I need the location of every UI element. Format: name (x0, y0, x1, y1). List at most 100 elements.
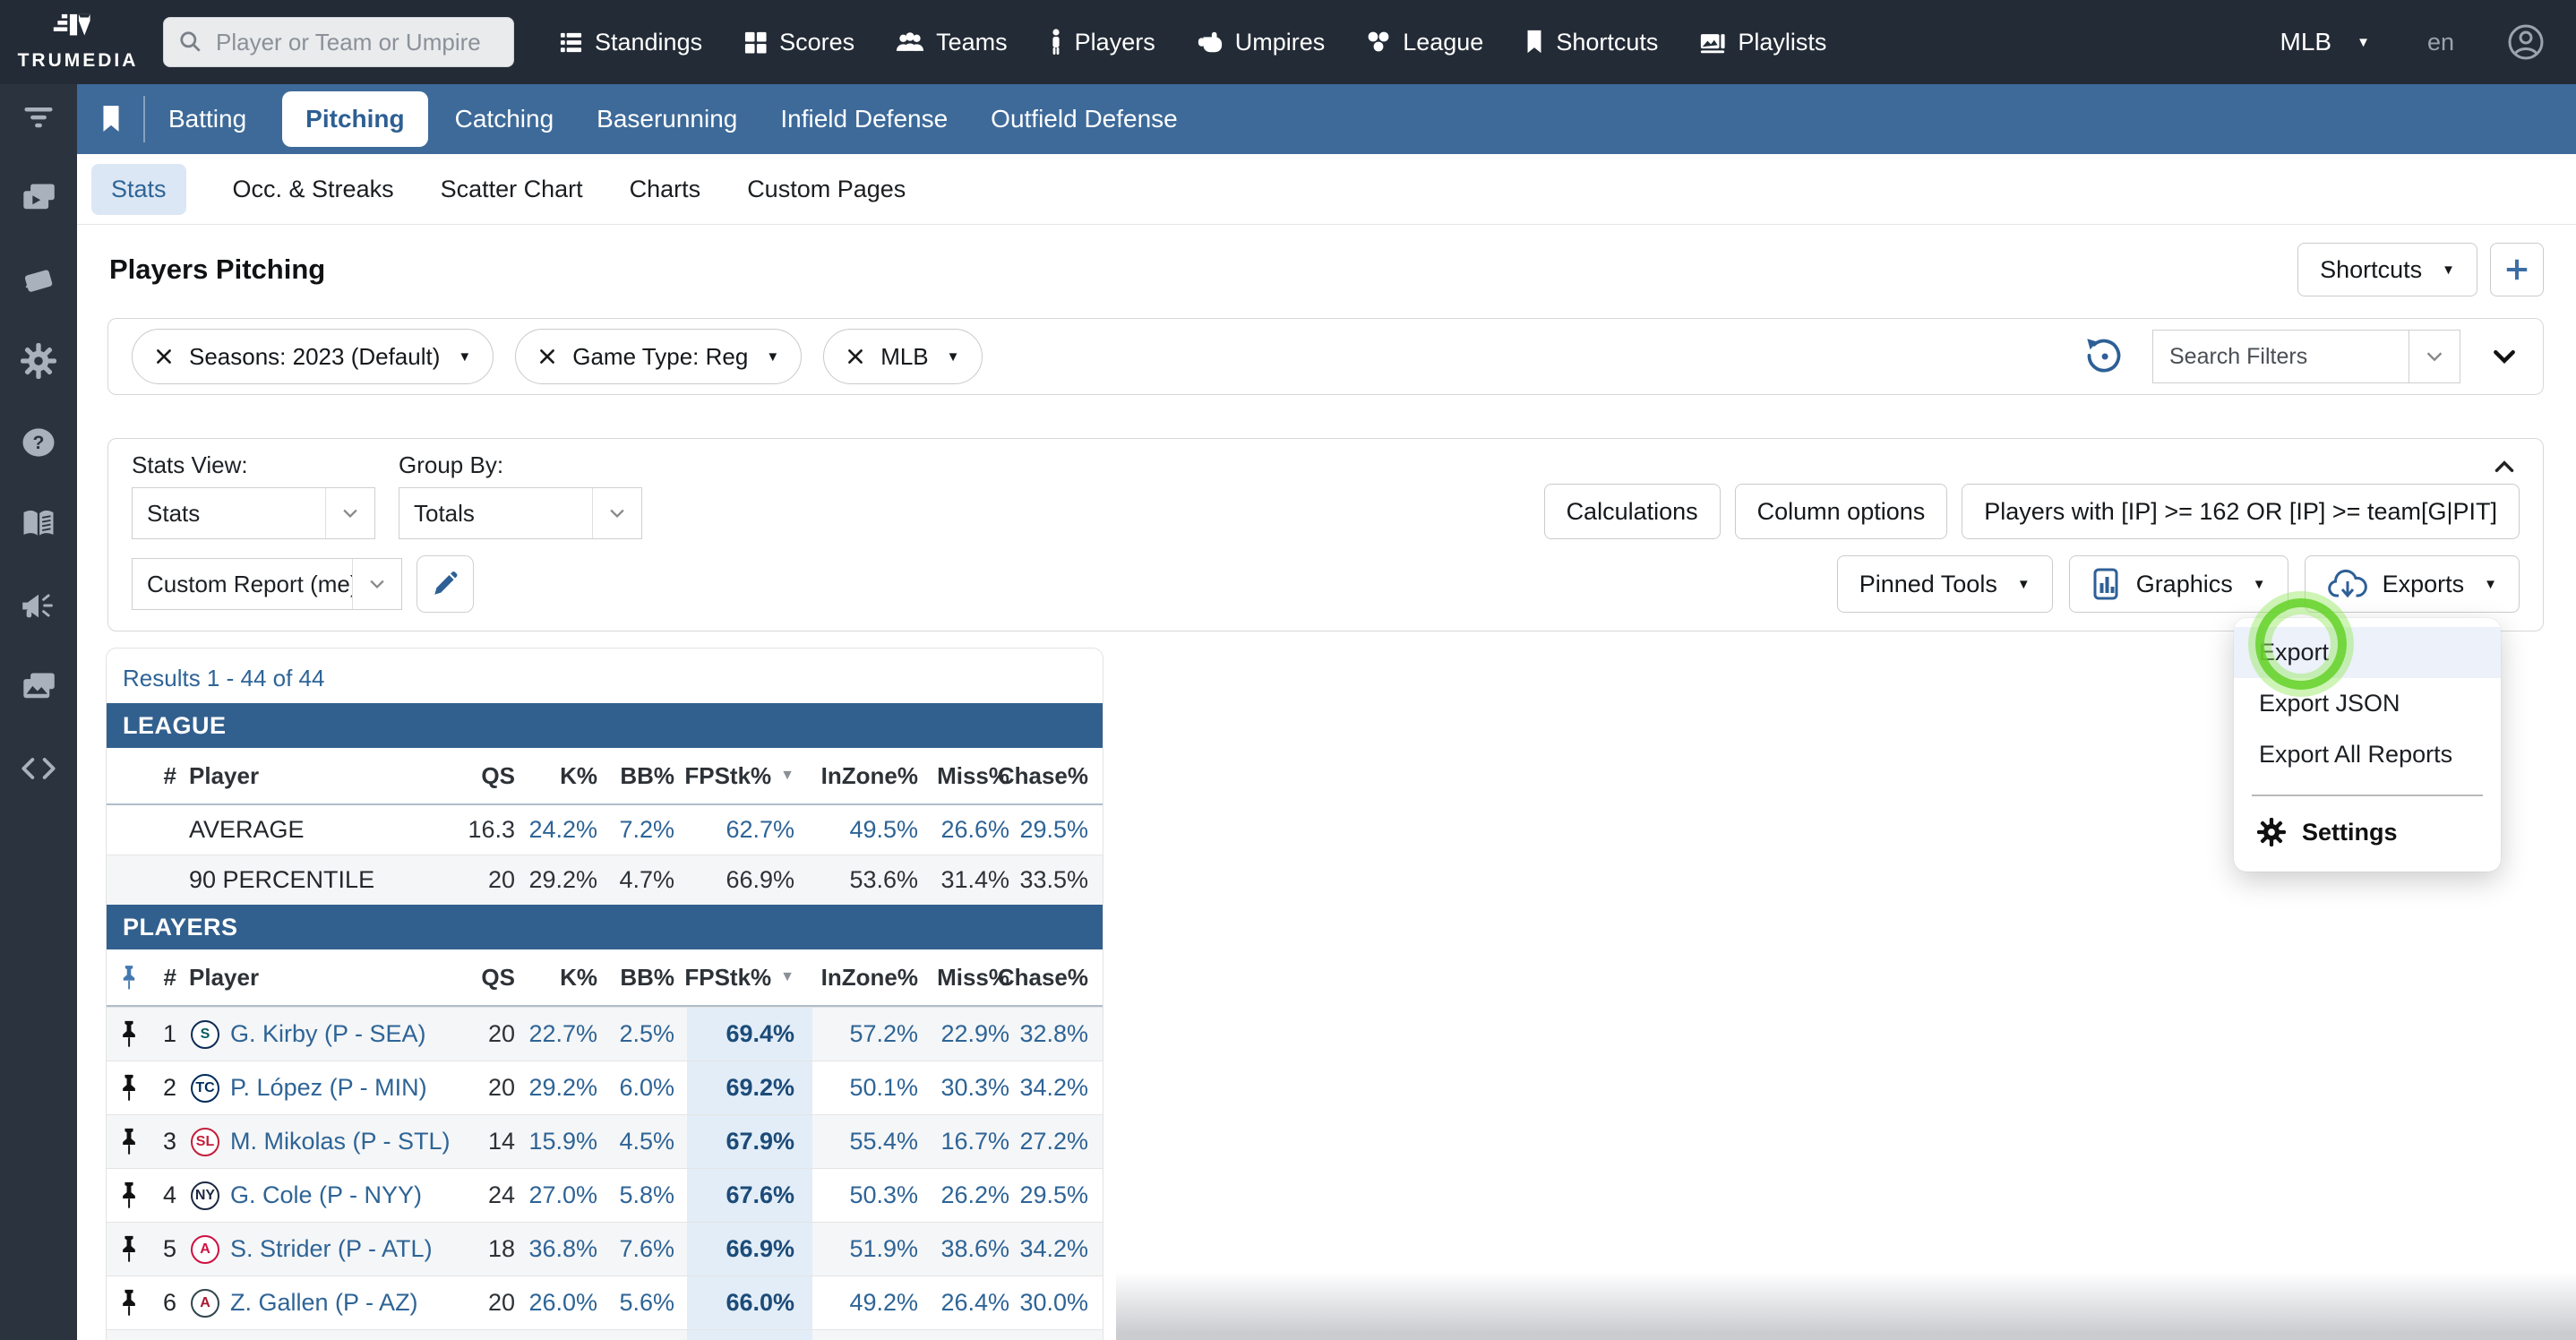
column-header-k[interactable]: K% (528, 748, 610, 803)
stat-value[interactable]: 29.2% (528, 1061, 610, 1114)
stat-value[interactable]: 51.9% (812, 1223, 931, 1276)
stat-value[interactable]: 36.8% (528, 1223, 610, 1276)
row-pin-icon[interactable] (107, 1276, 151, 1329)
top-nav-standings[interactable]: Standings (559, 29, 702, 56)
stat-value[interactable]: 5.8% (610, 1169, 687, 1222)
results-count-link[interactable]: Results 1 - 44 of 44 (107, 649, 1103, 703)
stat-value[interactable]: 27.2% (1019, 1115, 1101, 1168)
top-nav-league[interactable]: League (1366, 29, 1483, 56)
top-nav-teams[interactable]: Teams (896, 29, 1008, 56)
stat-value[interactable]: 24.0% (931, 1330, 1022, 1340)
column-header-qs[interactable]: QS (454, 949, 528, 1005)
sidebar-image-library-icon[interactable] (19, 667, 58, 707)
stat-value[interactable]: 29.5% (1019, 1169, 1101, 1222)
column-header-inzone[interactable]: InZone% (812, 949, 931, 1005)
sport-nav-pitching[interactable]: Pitching (282, 91, 428, 147)
pinned-tools-dropdown[interactable]: Pinned Tools ▼ (1836, 555, 2053, 613)
player-filter-query-button[interactable]: Players with [IP] >= 162 OR [IP] >= team… (1962, 484, 2520, 539)
stat-value[interactable]: 50.3% (812, 1169, 931, 1222)
top-nav-playlists[interactable]: Playlists (1699, 29, 1826, 56)
filter-history-icon[interactable] (2084, 337, 2124, 376)
stat-value[interactable]: 7.6% (610, 1223, 687, 1276)
player-link[interactable]: G. Cole (P - NYY) (230, 1181, 422, 1209)
view-nav-custom-pages[interactable]: Custom Pages (747, 176, 906, 203)
player-link[interactable]: P. López (P - MIN) (230, 1074, 427, 1102)
trumedia-logo[interactable]: TRUMEDIA (16, 13, 140, 72)
column-header-[interactable]: # (151, 748, 189, 803)
player-link[interactable]: M. Mikolas (P - STL) (230, 1128, 451, 1155)
column-header-bb[interactable]: BB% (610, 949, 687, 1005)
column-header-chase[interactable]: Chase% (998, 748, 1101, 803)
language-label[interactable]: en (2427, 29, 2454, 56)
column-header-player[interactable]: Player (189, 949, 454, 1005)
custom-report-select[interactable]: Custom Report (me) (132, 558, 402, 610)
stat-value[interactable]: 49.2% (812, 1276, 931, 1329)
stat-value[interactable]: 29.5% (1019, 805, 1101, 855)
add-shortcut-button[interactable] (2490, 243, 2544, 296)
stat-value[interactable]: 38.6% (931, 1223, 1022, 1276)
column-header-bb[interactable]: BB% (610, 748, 687, 803)
column-header-inzone[interactable]: InZone% (812, 748, 931, 803)
shortcuts-dropdown[interactable]: Shortcuts ▼ (2297, 243, 2477, 296)
view-nav-scatter-chart[interactable]: Scatter Chart (441, 176, 583, 203)
collapse-controls-icon[interactable] (2491, 453, 2518, 480)
row-pin-icon[interactable] (107, 1061, 151, 1114)
stat-value[interactable]: 5.6% (610, 1276, 687, 1329)
stat-value[interactable]: 26.0% (528, 1276, 610, 1329)
stat-value[interactable]: 32.8% (1019, 1008, 1101, 1061)
stat-value[interactable]: 53.6% (812, 1330, 931, 1340)
sidebar-gear-icon[interactable] (19, 341, 58, 381)
top-nav-umpires[interactable]: Umpires (1197, 29, 1325, 56)
column-header-chase[interactable]: Chase% (998, 949, 1101, 1005)
column-header-fpstk[interactable]: FPStk% ▼ (684, 949, 812, 1005)
stat-value[interactable]: 67.9% (687, 1115, 812, 1168)
row-pin-icon[interactable] (107, 1008, 151, 1061)
sidebar-filter-icon[interactable] (19, 97, 58, 136)
remove-filter-icon[interactable] (154, 347, 174, 366)
global-search-input[interactable] (214, 27, 518, 57)
sport-nav-baserunning[interactable]: Baserunning (597, 105, 737, 133)
column-header-k[interactable]: K% (528, 949, 610, 1005)
player-link[interactable]: G. Kirby (P - SEA) (230, 1020, 426, 1048)
sidebar-help-icon[interactable]: ? (19, 423, 58, 462)
stat-value[interactable]: 30.3% (931, 1061, 1022, 1114)
stat-value[interactable]: 5.0% (610, 1330, 687, 1340)
export-menu-item-export-json[interactable]: Export JSON (2234, 678, 2501, 729)
column-header-qs[interactable]: QS (454, 748, 528, 803)
sport-nav-infield-defense[interactable]: Infield Defense (780, 105, 948, 133)
sort-desc-icon[interactable]: ▼ (780, 969, 794, 985)
filter-pill-seasons-2023-default[interactable]: Seasons: 2023 (Default) ▼ (132, 329, 494, 384)
exports-dropdown[interactable]: Exports ▼ (2304, 555, 2520, 613)
stat-value[interactable]: 62.7% (687, 805, 812, 855)
sort-desc-icon[interactable]: ▼ (780, 768, 794, 784)
stat-value[interactable]: 26.4% (931, 1276, 1022, 1329)
filter-pill-game-type-reg[interactable]: Game Type: Reg ▼ (515, 329, 803, 384)
graphics-dropdown[interactable]: Graphics ▼ (2068, 555, 2288, 613)
calculations-button[interactable]: Calculations (1543, 484, 1721, 539)
stats-view-select[interactable]: Stats (132, 487, 375, 539)
player-link[interactable]: Z. Gallen (P - AZ) (230, 1289, 418, 1317)
stat-value[interactable]: 2.5% (610, 1008, 687, 1061)
stat-value[interactable]: 26.6% (931, 805, 1022, 855)
bookmark-icon[interactable] (100, 105, 122, 133)
stat-value[interactable]: 6.0% (610, 1061, 687, 1114)
stat-value[interactable]: 27.0% (528, 1169, 610, 1222)
top-nav-scores[interactable]: Scores (743, 29, 854, 56)
stat-value[interactable]: 49.5% (812, 805, 931, 855)
sport-nav-catching[interactable]: Catching (455, 105, 554, 133)
row-pin-icon[interactable] (107, 1169, 151, 1222)
view-nav-occ-streaks[interactable]: Occ. & Streaks (233, 176, 394, 203)
stat-value[interactable]: 66.0% (687, 1276, 812, 1329)
export-menu-item-export-all-reports[interactable]: Export All Reports (2234, 729, 2501, 780)
export-menu-item-export[interactable]: Export (2234, 627, 2501, 678)
stat-value[interactable]: 55.4% (812, 1115, 931, 1168)
stat-value[interactable]: 69.4% (687, 1008, 812, 1061)
stat-value[interactable]: 26.2% (931, 1169, 1022, 1222)
filter-pill-mlb[interactable]: MLB ▼ (823, 329, 983, 384)
export-settings-item[interactable]: Settings (2234, 807, 2501, 857)
stat-value[interactable]: 34.2% (1019, 1061, 1101, 1114)
sidebar-glossary-book-icon[interactable] (19, 504, 58, 544)
top-nav-shortcuts[interactable]: Shortcuts (1524, 29, 1658, 56)
stat-value[interactable]: 24.2% (528, 805, 610, 855)
column-header-fpstk[interactable]: FPStk% ▼ (684, 748, 812, 803)
